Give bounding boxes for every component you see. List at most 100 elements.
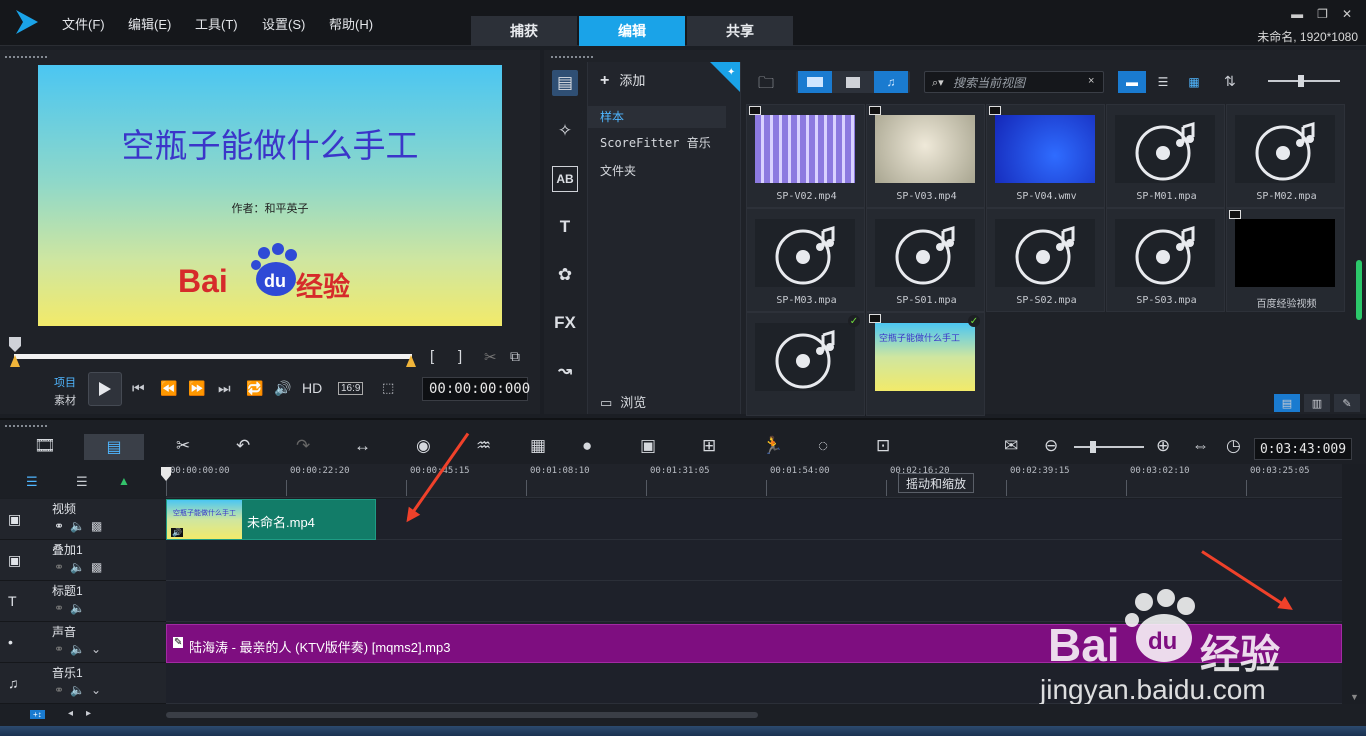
view-thumbnail-icon[interactable]: ▬ (1118, 71, 1146, 93)
mode-project[interactable]: 项目 (54, 374, 76, 390)
library-item[interactable]: SP-V03.mp4 (866, 104, 985, 208)
ripple-icon[interactable]: ⌄ (91, 642, 107, 656)
library-item[interactable]: SP-M01.mpa (1106, 104, 1225, 208)
library-item[interactable]: SP-S01.mpa (866, 208, 985, 312)
menu-edit[interactable]: 编辑(E) (128, 14, 171, 33)
smart-package-icon[interactable]: ✉ (1004, 436, 1018, 456)
browse-button[interactable]: ▭ 浏览 (600, 392, 646, 411)
text-icon[interactable]: T (552, 214, 578, 240)
ripple-icon[interactable]: ⌄ (91, 683, 107, 697)
menu-file[interactable]: 文件(F) (62, 14, 105, 33)
search-input[interactable]: 搜索当前视图 (924, 71, 1104, 93)
go-to-end-icon[interactable]: ⏭ (218, 380, 231, 397)
minimize-icon[interactable]: ▬ (1291, 7, 1303, 21)
library-scrollbar[interactable] (1356, 260, 1362, 320)
title-ab-icon[interactable]: AB (552, 166, 578, 192)
subtitle-editor-icon[interactable]: ▣ (640, 436, 656, 456)
zoom-out-icon[interactable]: ⊖ (1044, 436, 1058, 456)
scroll-right-icon[interactable]: ▸ (86, 708, 91, 719)
library-item[interactable]: SP-S02.mpa (986, 208, 1105, 312)
timeline-view-icon[interactable]: ▤ (84, 434, 144, 460)
library-item[interactable]: SP-M03.mpa (746, 208, 865, 312)
timeline-scrollbar[interactable] (166, 712, 758, 718)
clear-search-icon[interactable]: × (1088, 75, 1094, 87)
repeat-icon[interactable]: 🔁 (246, 380, 263, 397)
add-track-icon[interactable]: ☰ (76, 474, 88, 490)
fit-timeline-icon[interactable]: ⇔ (1192, 436, 1209, 456)
filter-video-icon[interactable] (798, 71, 832, 93)
link-icon[interactable]: ⚭ (54, 601, 70, 615)
mark-in-button[interactable]: [ (430, 348, 434, 365)
prev-frame-icon[interactable]: ⏪ (160, 380, 177, 397)
library-item[interactable]: SP-V02.mp4 (746, 104, 865, 208)
motion-icon[interactable]: 🏃 (762, 436, 783, 456)
sort-icon[interactable]: ⇅ (1224, 73, 1236, 90)
transition-icon[interactable]: ✧ (552, 118, 578, 144)
next-frame-icon[interactable]: ⏩ (188, 380, 205, 397)
library-item[interactable]: ✓ (746, 312, 865, 416)
preview-screen[interactable]: 空瓶子能做什么手工 作者：和平英子 Bai du 经验 (38, 65, 502, 326)
mute-icon[interactable]: 🔈 (70, 601, 91, 615)
multi-camera-icon[interactable]: ▦ (530, 436, 546, 456)
timeline-playhead-icon[interactable] (160, 466, 172, 482)
track-header[interactable]: ♫ 音乐1 ⚭🔈⌄ (0, 663, 166, 704)
fx-icon[interactable]: FX (552, 310, 578, 336)
mode-clip[interactable]: 素材 (54, 392, 76, 408)
mark-out-button[interactable]: ] (458, 348, 462, 365)
tree-item-scorefitter[interactable]: ScoreFitter 音乐 (600, 134, 711, 151)
tree-item-folder[interactable]: 文件夹 (600, 162, 636, 179)
library-panel-icon[interactable]: ▥ (1304, 394, 1330, 412)
view-grid-icon[interactable]: ▦ (1180, 71, 1208, 93)
pin-icon[interactable]: ✦ (710, 62, 740, 92)
library-view-icon[interactable]: ▤ (1274, 394, 1300, 412)
track-header[interactable]: T 标题1 ⚭🔈 (0, 581, 166, 622)
path-icon[interactable]: ↝ (552, 358, 578, 384)
link-icon[interactable]: ⚭ (54, 683, 70, 697)
fit-project-icon[interactable]: ↔ (354, 436, 371, 456)
video-clip[interactable]: 空瓶子能做什么手工 🔊 未命名.mp4 (166, 499, 376, 540)
zoom-in-icon[interactable]: ⊕ (1156, 436, 1170, 456)
sound-mixer-icon[interactable]: ♒ (476, 436, 491, 456)
mute-icon[interactable]: 🔈 (70, 519, 91, 533)
undo-icon[interactable]: ↶ (236, 436, 250, 456)
close-icon[interactable]: ✕ (1342, 7, 1352, 21)
aspect-ratio-select[interactable]: 16:9 (338, 382, 364, 395)
filter-photo-icon[interactable] (836, 71, 870, 93)
scrub-bar[interactable] (9, 337, 416, 367)
scrub-track[interactable] (14, 354, 412, 359)
mute-icon[interactable]: 🔈 (70, 560, 91, 574)
play-button[interactable] (88, 372, 122, 406)
library-item[interactable]: 百度经验视频 (1226, 208, 1345, 312)
tab-share[interactable]: 共享 (687, 16, 793, 46)
graphics-icon[interactable]: ✿ (552, 262, 578, 288)
library-edit-icon[interactable]: ✎ (1334, 394, 1360, 412)
add-folder-button[interactable]: + 添加 (600, 70, 645, 90)
redo-icon[interactable]: ↷ (296, 436, 310, 456)
motion-track-icon[interactable]: ● (582, 436, 592, 456)
split-screen-icon[interactable]: ⊞ (702, 436, 716, 456)
preview-timecode[interactable]: 00:00:00:000 (422, 377, 530, 401)
link-icon[interactable]: ⚭ (54, 642, 70, 656)
record-capture-icon[interactable]: ◉ (416, 436, 431, 456)
pan-zoom-icon[interactable]: ⊡ (876, 436, 890, 456)
tab-edit[interactable]: 编辑 (579, 16, 685, 46)
transparency-icon[interactable]: ▩ (91, 519, 108, 533)
tools-icon[interactable]: ✂ (176, 436, 190, 456)
panel-grip[interactable] (550, 55, 594, 59)
view-list-icon[interactable]: ☰ (1149, 71, 1177, 93)
library-item[interactable]: SP-V04.wmv (986, 104, 1105, 208)
chapter-marker-icon[interactable]: ▲ (118, 474, 130, 488)
mask-icon[interactable]: ◌ (818, 436, 828, 456)
link-icon[interactable]: ⚭ (54, 519, 70, 533)
go-to-start-icon[interactable]: ⏮ (132, 380, 145, 397)
transparency-icon[interactable]: ▩ (91, 560, 108, 574)
library-item[interactable]: SP-M02.mpa (1226, 104, 1345, 208)
panel-grip[interactable] (4, 424, 48, 428)
timeline-ruler[interactable]: 00:00:00:0000:00:22:2000:00:45:1500:01:0… (166, 464, 1342, 498)
track-header[interactable]: ▣ 视频 ⚭🔈▩ (0, 499, 166, 540)
menu-settings[interactable]: 设置(S) (262, 14, 305, 33)
menu-tools[interactable]: 工具(T) (195, 14, 238, 33)
resize-mode-icon[interactable]: ⬚ (382, 380, 394, 396)
mute-icon[interactable]: 🔈 (70, 683, 91, 697)
menu-help[interactable]: 帮助(H) (329, 14, 373, 33)
